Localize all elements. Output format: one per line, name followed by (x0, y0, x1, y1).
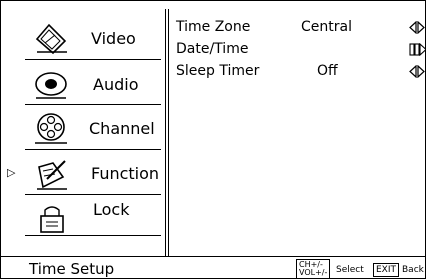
menu-item-label: Video (91, 29, 136, 48)
function-icon (37, 160, 67, 190)
panel-divider (165, 9, 166, 256)
menu-item-video[interactable]: Video (1, 15, 163, 61)
setting-value: Off (317, 63, 338, 79)
footer-divider (1, 256, 426, 257)
page-title: Time Setup (29, 260, 115, 278)
setting-name: Time Zone (176, 19, 251, 35)
menu-item-audio[interactable]: Audio (1, 61, 163, 107)
key-label-line: VOL+/- (299, 268, 328, 277)
setting-name: Sleep Timer (176, 63, 260, 79)
panel-divider (168, 9, 169, 256)
setting-row-time-zone[interactable]: Time Zone Central (173, 19, 426, 41)
lock-icon (40, 206, 64, 233)
enter-arrow-icon[interactable] (409, 43, 426, 56)
menu-item-label: Channel (89, 119, 155, 138)
menu-item-label: Lock (93, 200, 130, 219)
video-icon (35, 23, 67, 55)
menu-divider (25, 59, 161, 60)
menu-item-channel[interactable]: Channel (1, 105, 163, 151)
menu-divider (25, 149, 161, 150)
menu-item-label: Function (91, 164, 160, 183)
audio-icon (35, 72, 67, 99)
back-hint-label: Back (402, 265, 424, 275)
time-setup-settings: Time Zone Central Date/Time Sleep Timer … (173, 19, 426, 85)
channel-icon (35, 113, 67, 144)
setting-name: Date/Time (176, 41, 249, 57)
setting-value: Central (301, 19, 352, 35)
select-hint-label: Select (336, 265, 364, 275)
exit-key: EXIT (373, 263, 400, 277)
channel-volume-key: CH+/- VOL+/- (296, 259, 331, 279)
menu-divider (25, 194, 161, 195)
setting-row-sleep-timer[interactable]: Sleep Timer Off (173, 63, 426, 85)
setting-row-date-time[interactable]: Date/Time (173, 41, 426, 63)
tv-menu-screen: Video Audio Channel ▷ Function Lock Time… (0, 0, 426, 279)
left-right-arrows-icon[interactable] (409, 21, 425, 34)
menu-item-function[interactable]: Function (1, 151, 163, 197)
menu-item-label: Audio (93, 75, 139, 94)
left-right-arrows-icon[interactable] (409, 65, 425, 78)
main-menu-sidebar: Video Audio Channel ▷ Function Lock (1, 1, 165, 256)
menu-divider (25, 235, 161, 236)
